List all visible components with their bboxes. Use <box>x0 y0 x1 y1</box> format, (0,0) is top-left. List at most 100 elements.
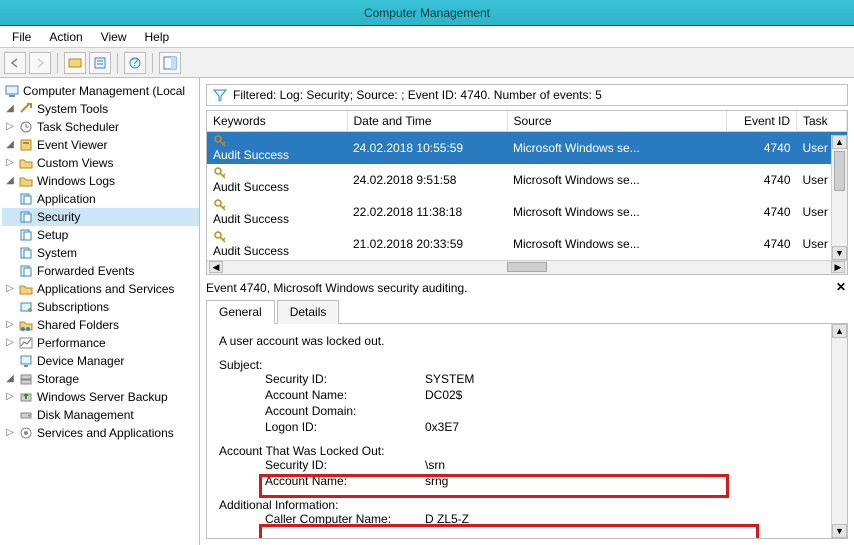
tree-system-tools[interactable]: ◢System Tools <box>2 100 199 118</box>
label: Performance <box>37 334 106 352</box>
expand-icon[interactable]: ▷ <box>4 337 16 349</box>
cell-keywords: Audit Success <box>207 131 347 164</box>
scroll-down-icon[interactable]: ▼ <box>832 524 847 538</box>
tree-setup[interactable]: Setup <box>2 226 199 244</box>
arrow-left-icon <box>9 57 21 69</box>
filter-text: Filtered: Log: Security; Source: ; Event… <box>233 88 602 102</box>
tree-wsb[interactable]: ▷ Windows Server Backup <box>2 388 199 406</box>
action-pane-button[interactable] <box>159 52 181 74</box>
label: Windows Server Backup <box>37 388 168 406</box>
tree-event-viewer[interactable]: ◢Event Viewer <box>2 136 199 154</box>
label: System <box>37 244 77 262</box>
tools-icon <box>18 101 34 117</box>
tree-device-manager[interactable]: Device Manager <box>2 352 199 370</box>
log-icon <box>18 227 34 243</box>
expand-icon[interactable]: ▷ <box>4 283 16 295</box>
cell-datetime: 22.02.2018 11:38:18 <box>347 196 507 228</box>
content-pane: Filtered: Log: Security; Source: ; Event… <box>200 78 854 545</box>
col-task[interactable]: Task <box>797 111 847 132</box>
detail-message: A user account was locked out. <box>219 334 835 348</box>
menu-help[interactable]: Help <box>137 28 178 46</box>
scroll-down-icon[interactable]: ▼ <box>832 246 847 260</box>
table-row[interactable]: Audit Success24.02.2018 10:55:59Microsof… <box>207 131 847 164</box>
properties-icon <box>93 56 107 70</box>
tree-system[interactable]: System <box>2 244 199 262</box>
cell-keywords: Audit Success <box>207 164 347 196</box>
tree-services-apps[interactable]: ▷Services and Applications <box>2 424 199 442</box>
show-hide-button[interactable] <box>64 52 86 74</box>
locked-secid-value: \srn <box>425 458 835 472</box>
collapse-icon[interactable]: ◢ <box>4 103 16 115</box>
grid-vscroll[interactable]: ▲ ▼ <box>831 135 847 260</box>
tree-shared-folders[interactable]: ▷Shared Folders <box>2 316 199 334</box>
tree-disk-mgmt[interactable]: Disk Management <box>2 406 199 424</box>
scroll-thumb[interactable] <box>507 262 547 272</box>
label: Storage <box>37 370 79 388</box>
tree: Computer Management (Local ◢System Tools… <box>2 82 199 442</box>
expand-icon[interactable]: ▷ <box>4 427 16 439</box>
locked-account-value: srng <box>425 474 835 488</box>
additional-section: Caller Computer Name:D ZL5-Z <box>265 512 835 526</box>
event-grid[interactable]: Keywords Date and Time Source Event ID T… <box>206 110 848 275</box>
folder-tree-icon <box>68 56 82 70</box>
scroll-up-icon[interactable]: ▲ <box>832 135 847 149</box>
tree-task-scheduler[interactable]: ▷ Task Scheduler <box>2 118 199 136</box>
tree-app-services[interactable]: ▷ Applications and Services <box>2 280 199 298</box>
expand-icon[interactable]: ▷ <box>4 157 16 169</box>
label: Applications and Services <box>37 280 174 298</box>
tree-performance[interactable]: ▷ Performance <box>2 334 199 352</box>
caller-value: D ZL5-Z <box>425 512 835 526</box>
security-id-value: SYSTEM <box>425 372 835 386</box>
label: Task Scheduler <box>37 118 119 136</box>
locked-secid-label: Security ID: <box>265 458 425 472</box>
menu-file[interactable]: File <box>4 28 39 46</box>
device-manager-icon <box>18 353 34 369</box>
scroll-left-icon[interactable]: ◀ <box>209 261 223 273</box>
scroll-up-icon[interactable]: ▲ <box>832 324 847 338</box>
expand-icon[interactable]: ▷ <box>4 319 16 331</box>
close-detail-button[interactable]: ✕ <box>834 281 848 295</box>
table-row[interactable]: Audit Success21.02.2018 20:33:59Microsof… <box>207 228 847 260</box>
scroll-right-icon[interactable]: ▶ <box>831 261 845 273</box>
col-source[interactable]: Source <box>507 111 727 132</box>
tab-general[interactable]: General <box>206 300 275 324</box>
col-eventid[interactable]: Event ID <box>727 111 797 132</box>
expand-icon[interactable]: ▷ <box>4 391 16 403</box>
col-keywords[interactable]: Keywords <box>207 111 347 132</box>
expand-icon[interactable]: ▷ <box>4 121 16 133</box>
tree-security[interactable]: Security <box>2 208 199 226</box>
collapse-icon[interactable]: ◢ <box>4 139 16 151</box>
tree-storage[interactable]: ◢ Storage <box>2 370 199 388</box>
tree-custom-views[interactable]: ▷Custom Views <box>2 154 199 172</box>
detail-vscroll[interactable]: ▲ ▼ <box>831 324 847 538</box>
menu-view[interactable]: View <box>93 28 135 46</box>
label: Device Manager <box>37 352 124 370</box>
tree-windows-logs[interactable]: ◢Windows Logs <box>2 172 199 190</box>
storage-icon <box>18 371 34 387</box>
cell-keywords: Audit Success <box>207 228 347 260</box>
table-row[interactable]: Audit Success22.02.2018 11:38:18Microsof… <box>207 196 847 228</box>
grid-hscroll[interactable]: ◀ ▶ <box>207 260 847 274</box>
scroll-thumb[interactable] <box>834 151 845 191</box>
col-datetime[interactable]: Date and Time <box>347 111 507 132</box>
label: Disk Management <box>37 406 134 424</box>
table-row[interactable]: Audit Success24.02.2018 9:51:58Microsoft… <box>207 164 847 196</box>
back-button[interactable] <box>4 52 26 74</box>
tree-forwarded[interactable]: Forwarded Events <box>2 262 199 280</box>
collapse-icon[interactable]: ◢ <box>4 373 16 385</box>
tab-details[interactable]: Details <box>277 300 340 324</box>
tree-subscriptions[interactable]: Subscriptions <box>2 298 199 316</box>
forward-button[interactable] <box>29 52 51 74</box>
toolbar: ? <box>0 48 854 78</box>
collapse-icon[interactable]: ◢ <box>4 175 16 187</box>
logon-id-label: Logon ID: <box>265 420 425 434</box>
tree-pane[interactable]: Computer Management (Local ◢System Tools… <box>0 78 200 545</box>
tree-application[interactable]: Application <box>2 190 199 208</box>
tree-root[interactable]: Computer Management (Local <box>2 82 199 100</box>
menu-action[interactable]: Action <box>41 28 90 46</box>
help-button[interactable]: ? <box>124 52 146 74</box>
shared-folder-icon <box>18 317 34 333</box>
clock-icon <box>18 119 34 135</box>
security-id-label: Security ID: <box>265 372 425 386</box>
properties-button[interactable] <box>89 52 111 74</box>
